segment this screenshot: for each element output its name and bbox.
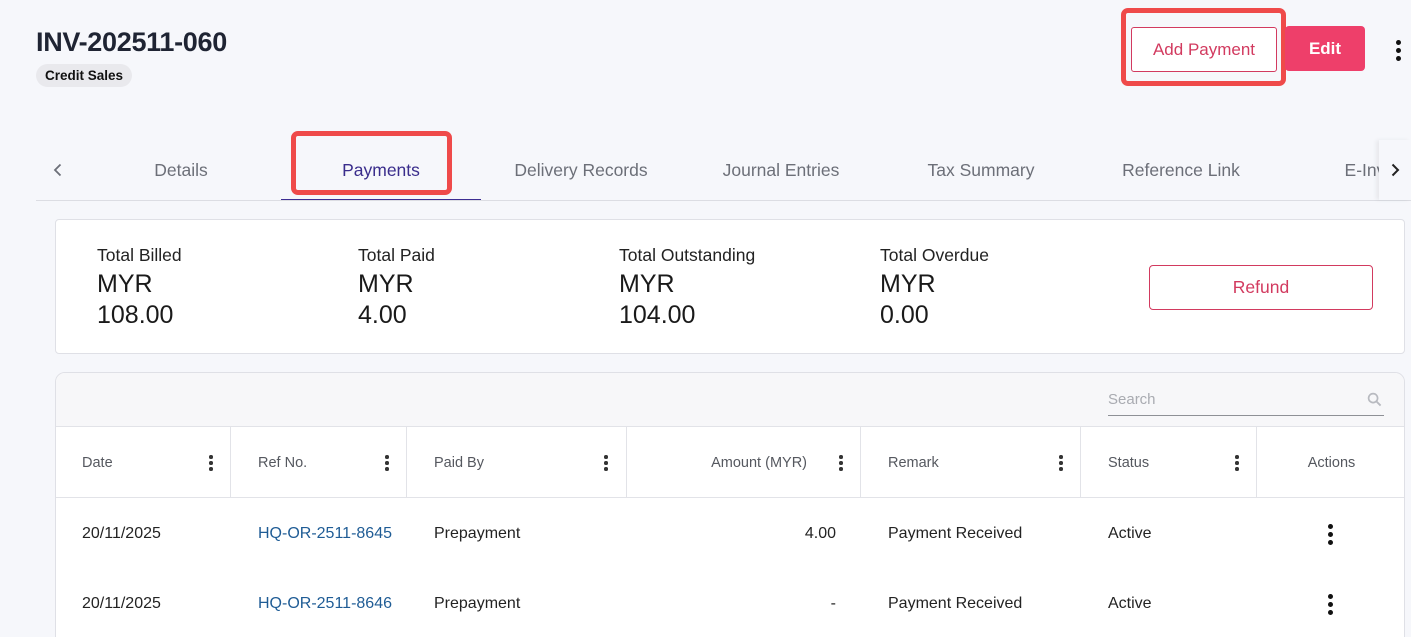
column-header-remark-label: Remark — [888, 454, 939, 471]
cell-amount: 4.00 — [804, 525, 836, 542]
cell-ref-no: HQ-OR-2511-8646 — [258, 569, 392, 637]
total-overdue-label: Total Overdue — [880, 245, 989, 265]
column-header-paid-by[interactable]: Paid By — [407, 427, 627, 498]
tab-reference-link[interactable]: Reference Link — [1081, 140, 1281, 200]
column-header-ref-no[interactable]: Ref No. — [231, 427, 407, 498]
column-menu-icon[interactable] — [601, 455, 611, 471]
column-menu-icon[interactable] — [206, 455, 216, 471]
column-menu-icon[interactable] — [382, 455, 392, 471]
total-billed-currency: MYR — [97, 270, 153, 298]
cell-amount: - — [830, 595, 836, 612]
cell-remark: Payment Received — [888, 595, 1023, 612]
cell-remark: Payment Received — [888, 525, 1023, 542]
column-header-amount-label: Amount (MYR) — [711, 454, 807, 471]
column-header-actions-label: Actions — [1307, 454, 1356, 471]
column-header-remark[interactable]: Remark — [861, 427, 1081, 498]
total-paid-amount: 4.00 — [358, 301, 407, 329]
total-outstanding-currency: MYR — [619, 270, 675, 298]
total-overdue-amount: 0.00 — [880, 301, 929, 329]
add-payment-button[interactable]: Add Payment — [1131, 27, 1277, 72]
cell-status: Active — [1108, 525, 1152, 542]
row-actions-icon[interactable] — [1323, 592, 1337, 616]
payments-table: Date Ref No. Paid By Amount (MYR) Remark… — [55, 372, 1405, 637]
refund-button[interactable]: Refund — [1149, 265, 1373, 310]
invoice-type-badge: Credit Sales — [36, 64, 133, 87]
payment-summary-card: Total Billed MYR 108.00 Total Paid MYR 4… — [55, 219, 1405, 354]
total-billed-stat: Total Billed MYR 108.00 — [97, 244, 207, 331]
table-row: 20/11/2025 HQ-OR-2511-8645 Prepayment 4.… — [56, 499, 1404, 569]
column-header-paid-by-label: Paid By — [434, 454, 484, 471]
cell-date: 20/11/2025 — [82, 525, 161, 542]
cell-ref-no: HQ-OR-2511-8645 — [258, 499, 392, 569]
tab-payments[interactable]: Payments — [281, 140, 481, 200]
tab-delivery-records[interactable]: Delivery Records — [481, 140, 681, 200]
search-icon[interactable] — [1367, 392, 1382, 407]
total-billed-value: MYR 108.00 — [97, 269, 207, 331]
tab-tax-summary[interactable]: Tax Summary — [881, 140, 1081, 200]
column-header-ref-no-label: Ref No. — [258, 454, 308, 471]
table-toolbar — [56, 373, 1404, 427]
edit-button[interactable]: Edit — [1285, 26, 1365, 71]
column-header-date[interactable]: Date — [56, 427, 231, 498]
search-box — [1108, 383, 1384, 416]
tab-list: Details Payments Delivery Records Journa… — [36, 140, 1379, 200]
search-input[interactable] — [1108, 383, 1348, 415]
tab-scroll-right-icon[interactable] — [1379, 140, 1411, 200]
table-row: 20/11/2025 HQ-OR-2511-8646 Prepayment - … — [56, 569, 1404, 637]
column-header-date-label: Date — [82, 454, 113, 471]
table-header: Date Ref No. Paid By Amount (MYR) Remark… — [56, 427, 1404, 498]
column-header-amount[interactable]: Amount (MYR) — [627, 427, 861, 498]
column-menu-icon[interactable] — [1232, 455, 1242, 471]
total-paid-label: Total Paid — [358, 245, 435, 265]
total-overdue-stat: Total Overdue MYR 0.00 — [880, 244, 990, 331]
cell-status: Active — [1108, 595, 1152, 612]
invoice-number-title: INV-202511-060 — [36, 27, 227, 57]
tab-bar: Details Payments Delivery Records Journa… — [36, 140, 1411, 201]
cell-paid-by: Prepayment — [434, 525, 521, 542]
ref-no-link[interactable]: HQ-OR-2511-8646 — [258, 595, 392, 613]
tab-journal-entries[interactable]: Journal Entries — [681, 140, 881, 200]
cell-paid-by: Prepayment — [434, 595, 521, 612]
tab-e-invoice[interactable]: E-Invoice — [1281, 140, 1379, 200]
column-header-status[interactable]: Status — [1081, 427, 1257, 498]
total-outstanding-stat: Total Outstanding MYR 104.00 — [619, 244, 755, 331]
column-menu-icon[interactable] — [1056, 455, 1066, 471]
total-paid-currency: MYR — [358, 270, 414, 298]
total-outstanding-amount: 104.00 — [619, 301, 696, 329]
total-billed-label: Total Billed — [97, 245, 182, 265]
column-header-status-label: Status — [1108, 454, 1150, 471]
tab-details[interactable]: Details — [81, 140, 281, 200]
total-overdue-currency: MYR — [880, 270, 936, 298]
total-billed-amount: 108.00 — [97, 301, 174, 329]
total-overdue-value: MYR 0.00 — [880, 269, 990, 331]
total-paid-stat: Total Paid MYR 4.00 — [358, 244, 468, 331]
total-paid-value: MYR 4.00 — [358, 269, 468, 331]
ref-no-link[interactable]: HQ-OR-2511-8645 — [258, 525, 392, 543]
column-header-actions: Actions — [1257, 427, 1404, 498]
more-options-icon[interactable] — [1388, 36, 1408, 64]
cell-date: 20/11/2025 — [82, 595, 161, 612]
column-menu-icon[interactable] — [836, 455, 846, 471]
row-actions-icon[interactable] — [1323, 522, 1337, 546]
total-outstanding-value: MYR 104.00 — [619, 269, 729, 331]
total-outstanding-label: Total Outstanding — [619, 245, 756, 265]
